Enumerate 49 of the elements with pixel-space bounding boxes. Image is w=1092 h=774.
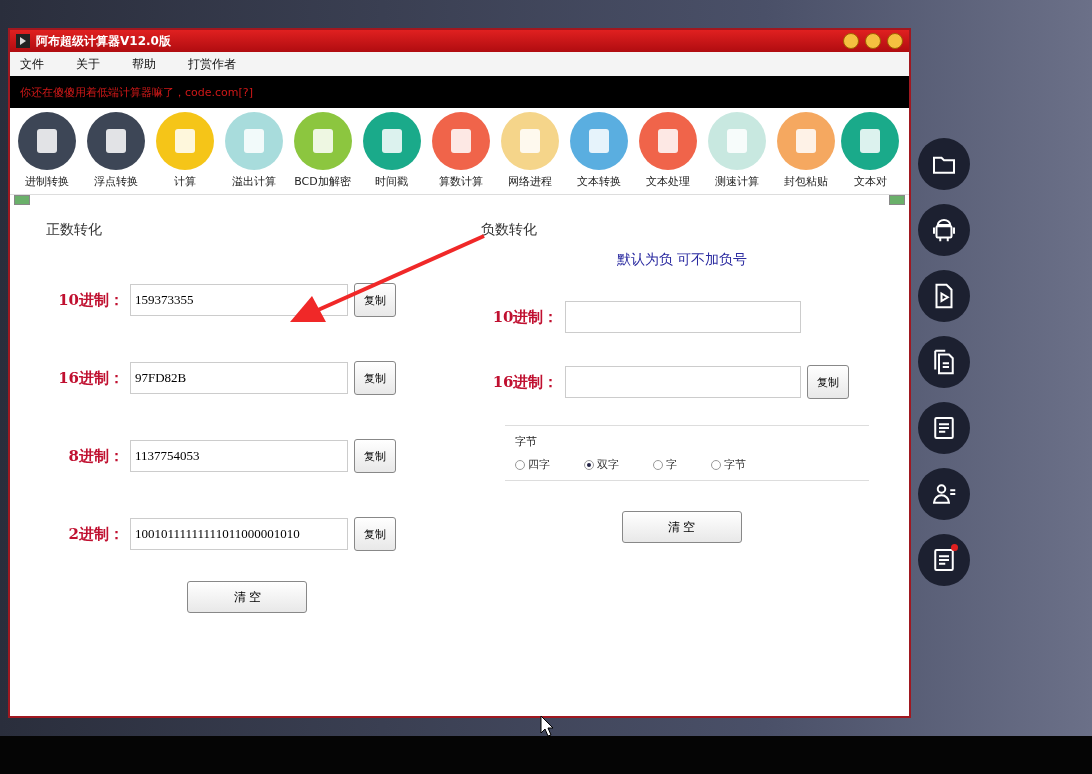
tool-item[interactable]: 时间戳 — [357, 112, 426, 194]
input-field[interactable]: 97FD82B — [130, 362, 348, 394]
menu-item[interactable]: 帮助 — [132, 55, 156, 73]
tool-item[interactable]: 算数计算 — [426, 112, 495, 194]
minimize-button[interactable] — [843, 33, 859, 49]
tool-item[interactable]: 文本对 — [840, 112, 900, 194]
input-field[interactable]: 1137754053 — [130, 440, 348, 472]
maximize-button[interactable] — [865, 33, 881, 49]
hint-text: 默认为负 可不加负号 — [616, 251, 747, 269]
tool-item[interactable]: 文本处理 — [633, 112, 702, 194]
radio-option[interactable]: 四字 — [514, 457, 550, 472]
section-title: 正数转化 — [46, 221, 103, 239]
clear-button[interactable]: 清 空 — [621, 511, 742, 543]
radio-option[interactable]: 字节 — [710, 457, 746, 472]
copy-button[interactable]: 复制 — [354, 283, 396, 317]
copy-button[interactable]: 复制 — [806, 365, 849, 399]
tool-item[interactable]: 计算 — [150, 112, 219, 194]
tool-item[interactable]: BCD加解密 — [288, 112, 357, 194]
input-field[interactable]: 159373355 — [130, 284, 348, 316]
tool-item[interactable]: 测速计算 — [702, 112, 771, 194]
window-title: 阿布超级计算器V12.0版 — [36, 32, 172, 50]
tool-item[interactable]: 溢出计算 — [219, 112, 288, 194]
radio-option[interactable]: 双字 — [583, 457, 619, 472]
app-icon — [16, 34, 30, 48]
tool-item[interactable]: 网络进程 — [495, 112, 564, 194]
field-label: 10进制： — [491, 307, 559, 327]
copy-button[interactable]: 复制 — [354, 361, 396, 395]
copy-button[interactable]: 复制 — [354, 439, 396, 473]
tool-item[interactable]: 进制转换 — [12, 112, 81, 194]
field-label: 2进制： — [67, 524, 124, 544]
section-title: 负数转化 — [480, 221, 538, 239]
input-field[interactable] — [564, 366, 801, 398]
field-label: 10进制： — [57, 290, 124, 310]
tool-item[interactable]: 浮点转换 — [81, 112, 150, 194]
close-button[interactable] — [887, 33, 903, 49]
copy-button[interactable]: 复制 — [354, 517, 396, 551]
banner-text: 你还在傻傻用着低端计算器嘛了，code.com[?] — [20, 84, 253, 100]
clear-button[interactable]: 清 空 — [187, 581, 308, 613]
tool-item[interactable]: 文本转换 — [564, 112, 633, 194]
input-field[interactable] — [564, 301, 801, 333]
field-label: 16进制： — [57, 368, 124, 388]
menu-item[interactable]: 文件 — [20, 55, 44, 73]
field-label: 16进制： — [491, 372, 559, 392]
tool-item[interactable]: 封包粘贴 — [771, 112, 840, 194]
radio-option[interactable]: 字 — [652, 457, 677, 472]
menu-item[interactable]: 打赏作者 — [188, 55, 236, 73]
menu-item[interactable]: 关于 — [76, 55, 100, 73]
field-label: 8进制： — [67, 446, 124, 466]
input-field[interactable]: 10010111111111011000001010 — [130, 518, 348, 550]
